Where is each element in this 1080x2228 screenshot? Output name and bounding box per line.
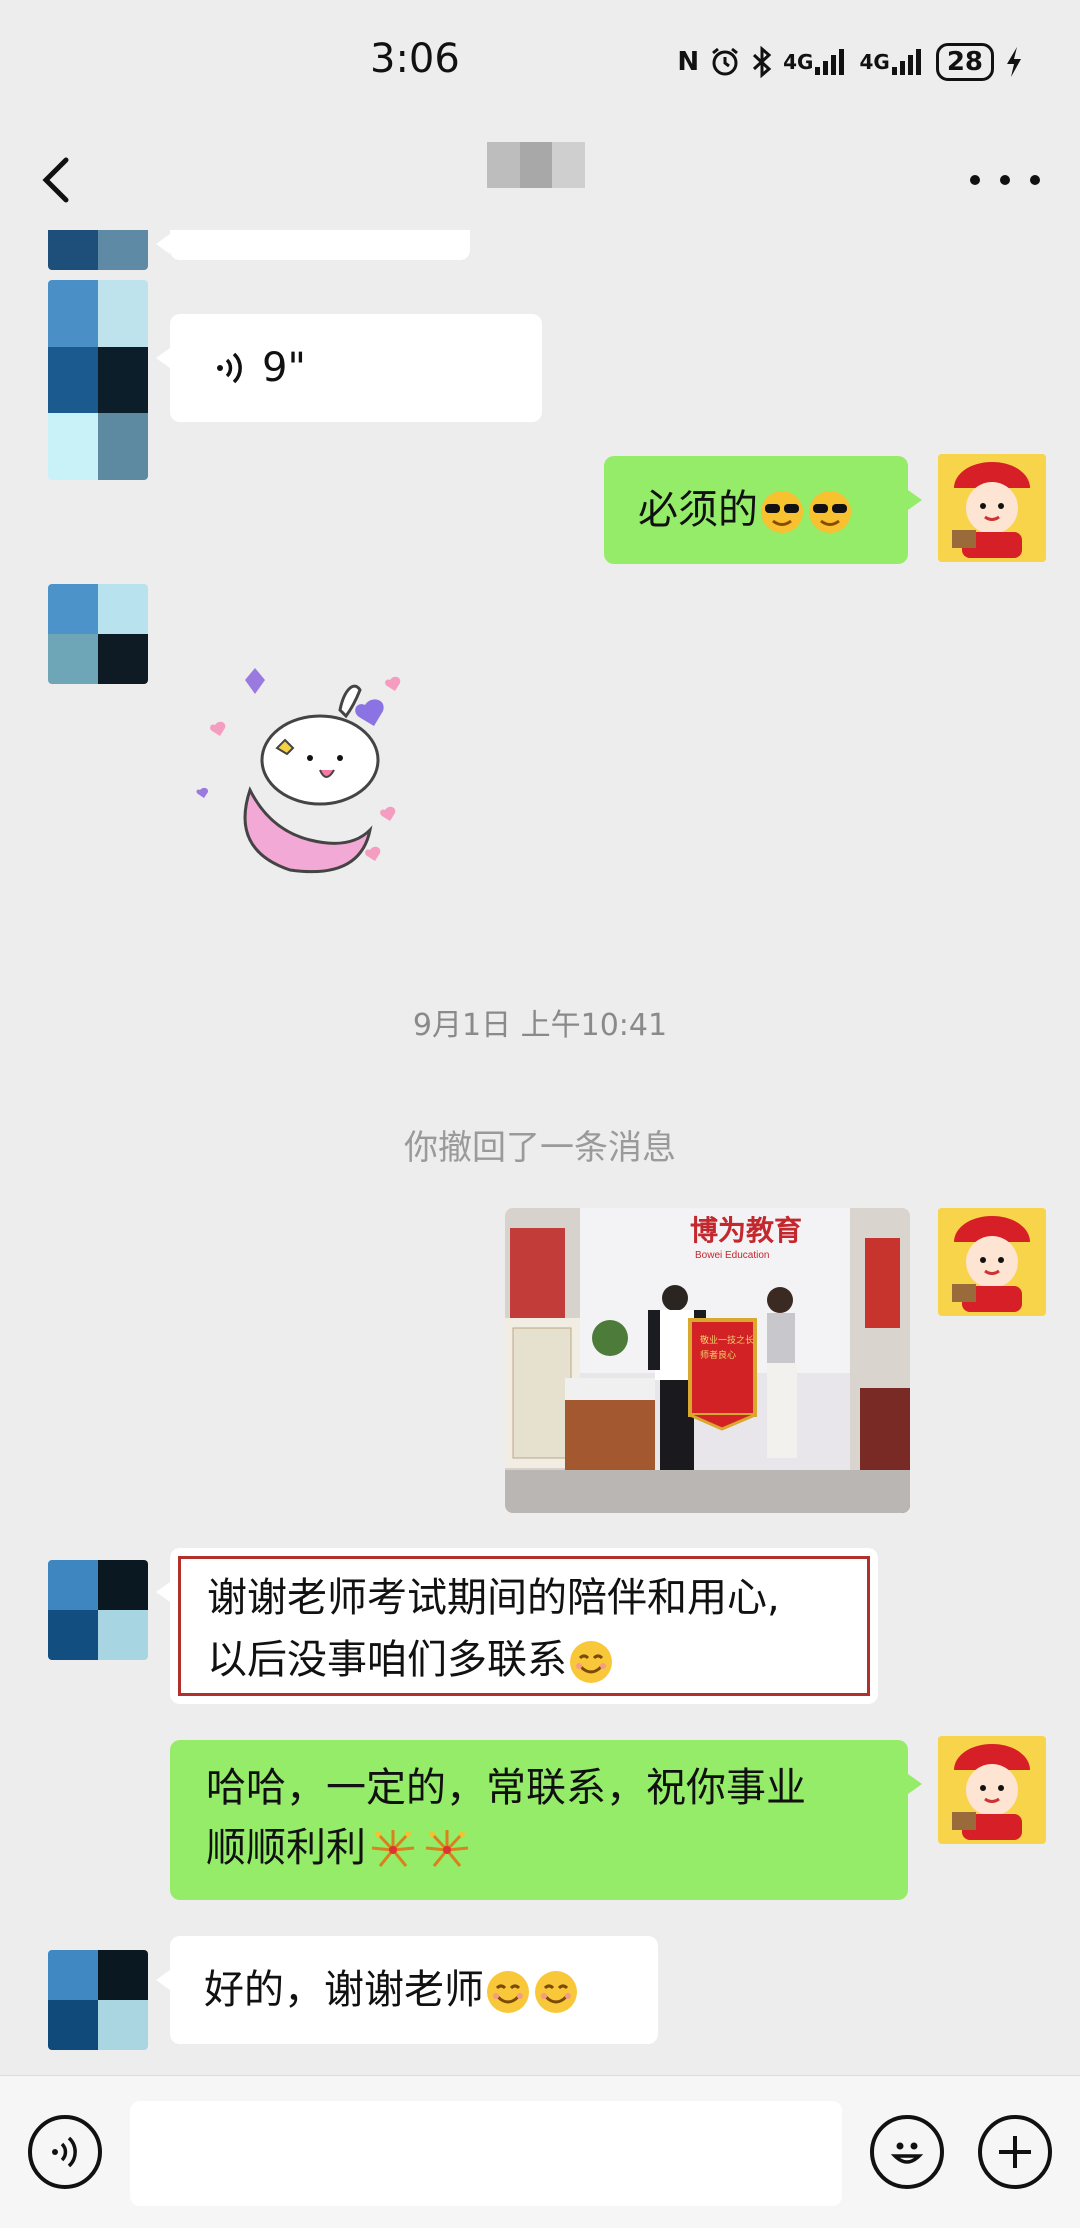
avatar-self-illustration	[938, 1736, 1046, 1844]
nfc-icon: N	[677, 47, 700, 77]
message-text: 好的，谢谢老师	[204, 1967, 484, 2013]
message-line-1: 哈哈，一定的，常联系，祝你事业	[206, 1765, 806, 1811]
voice-message[interactable]: 9"	[156, 314, 542, 422]
sunglasses-emoji	[809, 491, 851, 533]
message-line-2: 顺顺利利	[206, 1825, 366, 1871]
avatar-contact[interactable]	[48, 584, 148, 684]
fireworks-emoji	[425, 1830, 469, 1867]
avatar-contact[interactable]	[48, 1950, 148, 2050]
back-button[interactable]	[30, 150, 90, 210]
message-timestamp: 9月1日 上午10:41	[412, 1008, 668, 1043]
sunglasses-emoji	[761, 491, 803, 533]
message-bubble-in[interactable]: 谢谢老师考试期间的陪伴和用心, 以后没事咱们多联系	[156, 1548, 878, 1704]
message-highlight-box: 谢谢老师考试期间的陪伴和用心, 以后没事咱们多联系	[178, 1556, 870, 1696]
battery-indicator: 28	[935, 43, 994, 81]
nav-bar	[0, 130, 1080, 230]
more-dots-icon	[970, 175, 980, 185]
alarm-icon	[709, 46, 741, 78]
avatar-contact[interactable]	[48, 280, 148, 480]
input-bar	[0, 2075, 1080, 2228]
avatar-self-illustration	[938, 1208, 1046, 1316]
status-time: 3:06	[370, 36, 460, 82]
voice-input-icon	[52, 2136, 77, 2168]
voice-input-button[interactable]	[28, 2115, 102, 2189]
message-text: 必须的	[638, 487, 758, 533]
fireworks-emoji	[371, 1830, 415, 1867]
status-bar: 3:06 N 4G 4G 28	[0, 0, 1080, 130]
avatar-self[interactable]	[938, 454, 1046, 562]
smile-emoji	[535, 1971, 577, 2013]
message-bubble-partial[interactable]	[156, 230, 470, 260]
bluetooth-icon	[751, 46, 773, 78]
avatar-contact[interactable]	[48, 230, 148, 270]
more-button[interactable]	[970, 150, 1040, 210]
avatar-self[interactable]	[938, 1208, 1046, 1316]
photo-image: 博为教育 Bowei Education 敬业一技之长 师者良心	[505, 1208, 910, 1513]
chevron-left-icon	[42, 157, 69, 203]
message-line-1: 谢谢老师考试期间的陪伴和用心,	[207, 1575, 780, 1621]
plus-button[interactable]	[978, 2115, 1052, 2189]
charging-icon	[1004, 45, 1024, 79]
message-input[interactable]	[130, 2101, 842, 2206]
smile-emoji	[487, 1971, 529, 2013]
voice-wave-icon	[217, 352, 242, 384]
chat-list: 9" 必须的 9月1日 上午10:41 你撤回了一条消息 博为教育 Bowei …	[0, 230, 1080, 2075]
banner-text-1: 敬业一技之长	[700, 1334, 754, 1345]
avatar-self-illustration	[938, 454, 1046, 562]
emoji-icon	[890, 2142, 924, 2164]
banner-text-2: 师者良心	[700, 1349, 736, 1360]
message-bubble-out[interactable]: 哈哈，一定的，常联系，祝你事业 顺顺利利	[170, 1740, 922, 1900]
avatar-self[interactable]	[938, 1736, 1046, 1844]
voice-duration: 9"	[262, 345, 306, 391]
network-4g-icon-2: 4G	[859, 47, 925, 77]
status-icons: N 4G 4G 28	[677, 40, 1024, 84]
avatar-contact[interactable]	[48, 1560, 148, 1660]
photo-sign-subtext: Bowei Education	[695, 1250, 770, 1261]
network-4g-icon: 4G	[783, 47, 849, 77]
plus-icon	[999, 2136, 1031, 2168]
recall-notice: 你撤回了一条消息	[404, 1128, 676, 1168]
message-bubble-in[interactable]: 好的，谢谢老师	[156, 1936, 658, 2044]
photo-sign-text: 博为教育	[690, 1214, 802, 1246]
photo-message[interactable]: 博为教育 Bowei Education 敬业一技之长 师者良心	[505, 1208, 910, 1513]
message-bubble-out[interactable]: 必须的	[604, 456, 922, 564]
sticker-bunny[interactable]	[190, 650, 480, 910]
message-line-2: 以后没事咱们多联系	[207, 1637, 567, 1683]
contact-name-blurred	[487, 142, 586, 188]
smile-emoji	[570, 1641, 612, 1683]
chat-screen: 3:06 N 4G 4G 28 9" 必须的 9月1日 上午10:41 你撤回了…	[0, 0, 1080, 2228]
emoji-button[interactable]	[870, 2115, 944, 2189]
